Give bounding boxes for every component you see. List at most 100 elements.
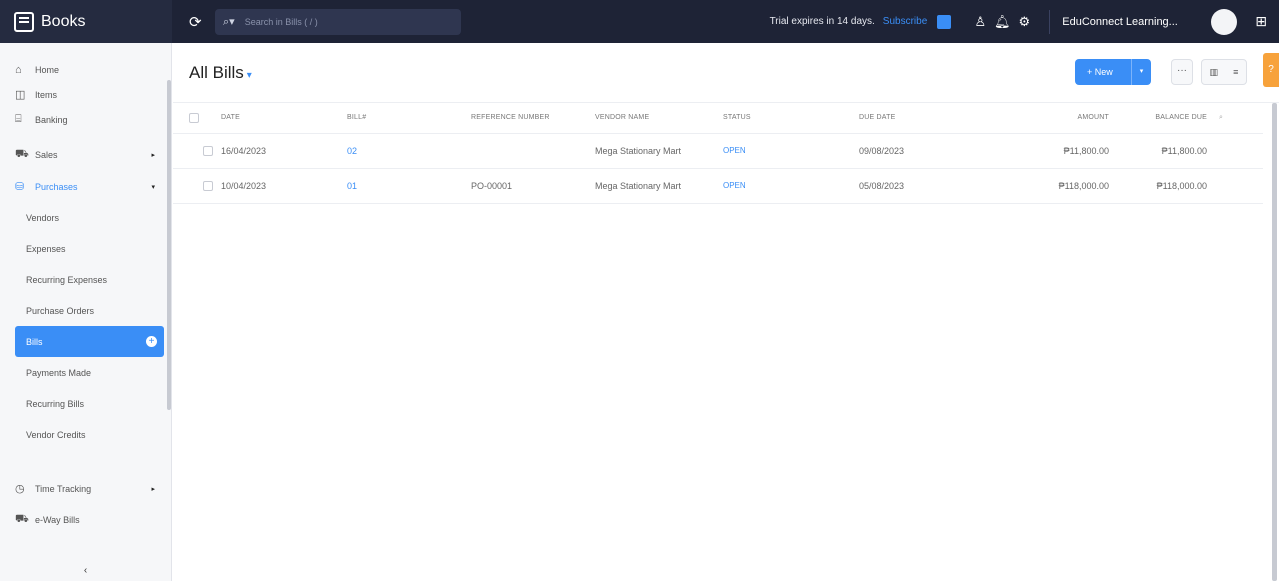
bag-icon: ⛁ [15,181,25,193]
sidebar-subitem-vendor-credits[interactable]: Vendor Credits [0,419,171,450]
columns-view-icon[interactable]: ▥ [1210,67,1219,78]
table-header-row: Date Bill# Reference Number Vendor Name … [173,103,1263,134]
column-bill[interactable]: Bill# [347,103,471,134]
checkbox-icon[interactable] [203,180,213,191]
row-checkbox[interactable] [173,133,221,169]
cell-due-date: 09/08/2023 [859,133,1009,169]
sidebar-item-home[interactable]: ⌂ Home [0,57,171,82]
sidebar-item-label: Time Tracking [35,483,92,494]
apps-grid-icon[interactable]: ⊞ [1255,13,1267,30]
add-bill-icon[interactable]: + [146,336,157,347]
org-switcher[interactable]: EduConnect Learning... [1049,9,1199,34]
chevron-down-icon: ▾ [246,69,252,81]
row-checkbox[interactable] [173,168,221,204]
search-input[interactable]: ⌕▾ Search in Bills ( / ) [215,8,461,35]
sidebar-subitem-label: Vendor Credits [26,429,86,440]
sidebar-subitem-label: Purchase Orders [26,305,95,316]
column-reference[interactable]: Reference Number [471,103,595,134]
user-icon[interactable]: ♙ [969,14,991,30]
sidebar-subitem-label: Bills [26,336,43,347]
sidebar-subitem-recurring-expenses[interactable]: Recurring Expenses [0,264,171,295]
sidebar-subitem-expenses[interactable]: Expenses [0,233,171,264]
column-search-icon[interactable]: ⌕ [1219,103,1263,134]
new-bill-button[interactable]: + New ▾ [1075,59,1151,85]
sidebar-subitem-label: Recurring Expenses [26,274,108,285]
column-balance-due[interactable]: Balance Due [1121,103,1219,134]
subscribe-link[interactable]: Subscribe [883,16,927,27]
cell-date: 16/04/2023 [221,133,347,169]
sidebar-item-eway-bills[interactable]: ⛟ e-Way Bills [0,507,171,532]
table-row[interactable]: 16/04/2023 02 Mega Stationary Mart OPEN … [173,133,1263,169]
app-name: Books [41,12,86,30]
column-date[interactable]: Date [221,103,347,134]
main-content: All Bills ▾ + New ▾ ··· ▥ ≡ ? Date Bill# … [173,43,1279,581]
books-logo-icon [14,11,34,32]
cell-empty [1219,133,1263,169]
checkbox-icon[interactable] [203,145,213,156]
main-scrollbar[interactable] [1272,103,1277,581]
bell-icon[interactable]: 🔔︎ [991,14,1013,30]
cell-reference: PO-00001 [471,168,595,204]
sidebar-item-label: Home [35,64,60,75]
cell-bill-link[interactable]: 02 [347,133,471,169]
sidebar-item-sales[interactable]: ⛟ Sales ▸ [0,142,171,167]
sidebar-subitem-label: Payments Made [26,367,92,378]
cell-due-date: 05/08/2023 [859,168,1009,204]
gear-icon[interactable]: ⚙ [1013,14,1035,30]
table-row[interactable]: 10/04/2023 01 PO-00001 Mega Stationary M… [173,168,1263,204]
column-due-date[interactable]: Due Date [859,103,1009,134]
collapse-sidebar-button[interactable]: ‹ [0,565,171,581]
sidebar-item-items[interactable]: ◫ Items [0,82,171,107]
checkbox-icon[interactable] [189,112,199,123]
search-icon[interactable]: ⌕▾ [223,15,235,29]
sidebar-item-label: e-Way Bills [35,514,80,525]
sidebar-item-label: Purchases [35,181,78,192]
bank-icon: ⌸ [15,113,22,125]
sidebar-subitem-payments-made[interactable]: Payments Made [0,357,171,388]
cell-reference [471,133,595,169]
app-brand[interactable]: Books [0,0,172,43]
chevron-right-icon: ▸ [151,485,155,493]
sidebar-subitem-label: Recurring Bills [26,398,85,409]
cell-balance-due: ₱11,800.00 [1121,133,1219,169]
status-badge: OPEN [723,168,859,204]
bills-table: Date Bill# Reference Number Vendor Name … [173,103,1263,204]
cell-amount: ₱118,000.00 [1009,168,1121,204]
view-toggle[interactable]: ▥ ≡ [1201,59,1247,85]
cart-icon: ⛟ [15,147,29,160]
refresh-icon[interactable]: ⟳ [189,13,207,31]
sidebar-scrollbar[interactable] [167,80,171,410]
sidebar: ⌂ Home ◫ Items ⌸ Banking ⛟ Sales ▸ ⛁ Pur… [0,43,172,581]
column-vendor[interactable]: Vendor Name [595,103,723,134]
cell-amount: ₱11,800.00 [1009,133,1121,169]
list-view-icon[interactable]: ≡ [1233,67,1238,77]
notification-badge-icon[interactable] [937,14,952,29]
help-icon[interactable]: ? [1263,53,1279,87]
sidebar-item-purchases[interactable]: ⛁ Purchases ▾ [0,174,171,199]
cell-empty [1219,168,1263,204]
cell-vendor: Mega Stationary Mart [595,133,723,169]
avatar[interactable] [1211,8,1238,35]
top-bar: Books ⟳ ⌕▾ Search in Bills ( / ) Trial e… [0,0,1279,43]
sidebar-subitem-vendors[interactable]: Vendors [0,202,171,233]
sidebar-subitem-recurring-bills[interactable]: Recurring Bills [0,388,171,419]
more-options-button[interactable]: ··· [1171,59,1193,85]
new-button-label: + New [1087,67,1113,77]
column-status[interactable]: Status [723,103,859,134]
page-title[interactable]: All Bills ▾ [189,63,252,83]
sidebar-subitem-purchase-orders[interactable]: Purchase Orders [0,295,171,326]
org-name: EduConnect Learning... [1062,15,1178,28]
sidebar-item-time-tracking[interactable]: ◷ Time Tracking ▸ [0,476,171,501]
sidebar-subitem-bills[interactable]: Bills + [15,326,164,357]
cell-balance-due: ₱118,000.00 [1121,168,1219,204]
home-icon: ⌂ [15,63,22,76]
sidebar-item-label: Items [35,89,58,100]
sidebar-item-banking[interactable]: ⌸ Banking [0,107,171,132]
select-all-checkbox[interactable] [173,103,221,134]
status-badge: OPEN [723,133,859,169]
chevron-down-icon[interactable]: ▾ [1131,59,1151,85]
truck-icon: ⛟ [15,512,29,525]
cell-vendor: Mega Stationary Mart [595,168,723,204]
cell-bill-link[interactable]: 01 [347,168,471,204]
column-amount[interactable]: Amount [1009,103,1121,134]
